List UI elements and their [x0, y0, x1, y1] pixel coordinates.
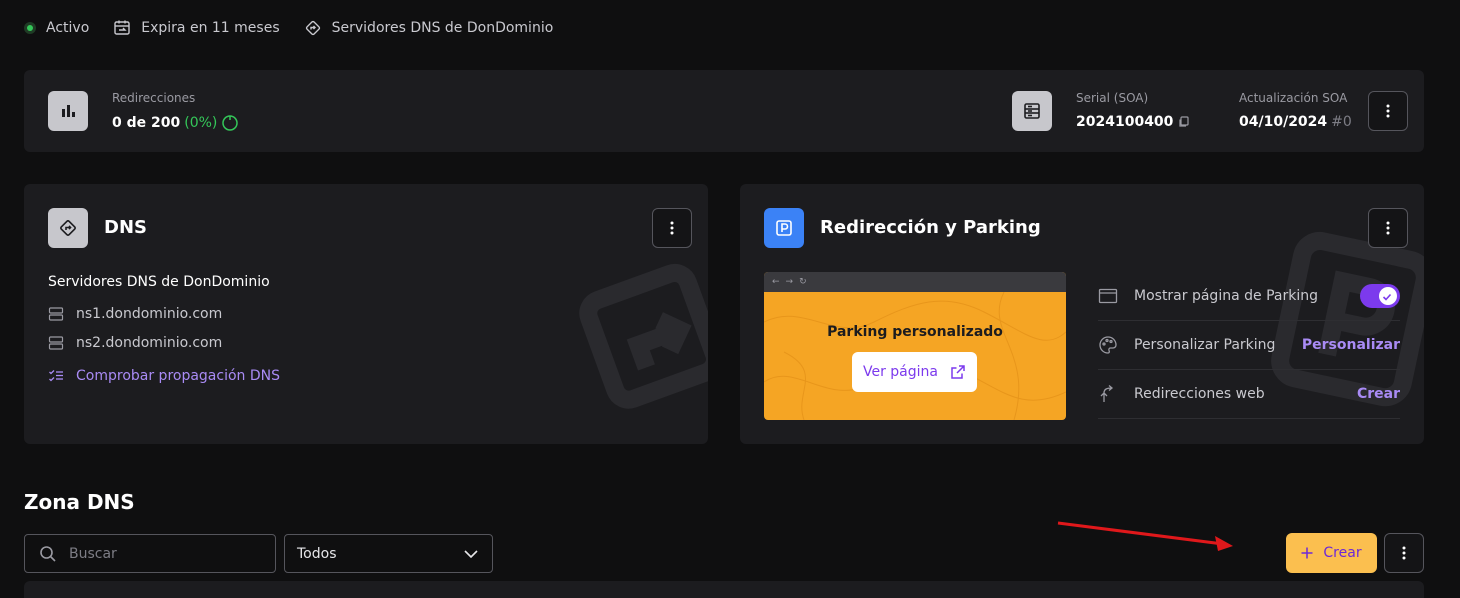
bar-chart-icon — [48, 91, 88, 131]
server-icon — [48, 336, 64, 350]
dns-card: DNS Servidores DNS de DonDominio ns1.don… — [24, 184, 708, 444]
dns-card-title: DNS — [104, 217, 147, 238]
domain-status-row: Activo Expira en 11 meses Servidores DNS… — [24, 16, 553, 40]
kebab-icon — [1402, 546, 1406, 560]
redirections-count: 0 de 200 — [112, 115, 181, 131]
view-page-button[interactable]: Ver página — [852, 352, 977, 392]
chevron-down-icon — [464, 549, 478, 558]
redirections-label: Redirecciones — [112, 91, 196, 105]
soa-update-value: 04/10/2024 #0 — [1239, 114, 1352, 130]
external-link-icon — [951, 365, 965, 379]
server-icon — [48, 307, 64, 321]
customize-parking-row: Personalizar Parking Personalizar — [1098, 321, 1400, 370]
web-redirects-label: Redirecciones web — [1134, 386, 1265, 402]
checklist-icon — [49, 370, 63, 382]
soa-update-date: 04/10/2024 — [1239, 114, 1328, 130]
show-parking-label: Mostrar página de Parking — [1134, 288, 1318, 304]
calendar-renew-icon — [114, 20, 130, 35]
redirections-percent: (0%) — [184, 115, 218, 131]
parking-preview: ← → ↻ Parking personalizado Ver página — [764, 272, 1066, 420]
dns-diamond-icon — [305, 20, 320, 36]
serial-number: 2024100400 — [1076, 114, 1174, 130]
server-icon — [1012, 91, 1052, 131]
reload-icon: ↻ — [799, 277, 807, 287]
parking-more-button[interactable] — [1368, 208, 1408, 248]
show-parking-toggle[interactable] — [1360, 284, 1400, 308]
toggle-check-icon — [1382, 293, 1392, 301]
status-dns: Servidores DNS de DonDominio — [304, 19, 554, 37]
status-expires: Expira en 11 meses — [113, 19, 280, 37]
create-redirect-link[interactable]: Crear — [1357, 386, 1400, 402]
soa-update-label: Actualización SOA — [1239, 91, 1348, 105]
customize-parking-label: Personalizar Parking — [1134, 337, 1276, 353]
search-field[interactable] — [24, 534, 276, 573]
nameserver-row: ns2.dondominio.com — [48, 335, 222, 351]
search-input[interactable] — [69, 545, 259, 562]
parking-card-title: Redirección y Parking — [820, 217, 1041, 238]
palette-icon — [1098, 335, 1134, 355]
web-redirects-row: Redirecciones web Crear — [1098, 370, 1400, 419]
zone-more-button[interactable] — [1384, 533, 1424, 573]
annotation-red-arrow — [1057, 521, 1233, 551]
parking-card: Redirección y Parking ← → ↻ Parking pers… — [740, 184, 1424, 444]
view-page-label: Ver página — [862, 364, 938, 380]
parking-icon — [764, 208, 804, 248]
kebab-icon — [1386, 104, 1390, 118]
serial-value: 2024100400 — [1076, 114, 1191, 130]
record-type-value: Todos — [297, 545, 337, 562]
customize-parking-link[interactable]: Personalizar — [1302, 337, 1400, 353]
status-active-label: Activo — [46, 20, 90, 36]
status-dns-label: Servidores DNS de DonDominio — [331, 20, 554, 36]
stats-card: Redirecciones 0 de 200 (0%) Serial (SOA)… — [24, 70, 1424, 152]
check-propagation-link[interactable]: Comprobar propagación DNS — [48, 368, 280, 384]
dns-icon — [48, 208, 88, 248]
status-dot-icon — [24, 22, 36, 34]
show-parking-row: Mostrar página de Parking — [1098, 272, 1400, 321]
create-record-label: Crear — [1323, 545, 1362, 561]
dns-watermark-icon — [579, 263, 708, 409]
create-record-button[interactable]: Crear — [1286, 533, 1377, 573]
plus-icon — [1301, 547, 1313, 559]
nameserver-1: ns1.dondominio.com — [76, 306, 223, 322]
forward-arrow-icon: → — [785, 277, 794, 287]
check-propagation-label: Comprobar propagación DNS — [76, 368, 280, 384]
redirect-arrow-icon — [1098, 384, 1134, 404]
stats-more-button[interactable] — [1368, 91, 1408, 131]
dns-zone-title: Zona DNS — [24, 490, 135, 514]
back-arrow-icon: ← — [772, 277, 780, 287]
dns-more-button[interactable] — [652, 208, 692, 248]
nameserver-row: ns1.dondominio.com — [48, 306, 222, 322]
record-type-select[interactable]: Todos — [284, 534, 493, 573]
copy-icon[interactable] — [1177, 115, 1191, 129]
dns-servers-heading: Servidores DNS de DonDominio — [48, 274, 270, 290]
serial-label: Serial (SOA) — [1076, 91, 1149, 105]
kebab-icon — [670, 221, 674, 235]
nameserver-2: ns2.dondominio.com — [76, 335, 223, 351]
status-expires-label: Expira en 11 meses — [141, 20, 280, 36]
redirections-value: 0 de 200 (0%) — [112, 114, 239, 132]
preview-browser-bar: ← → ↻ — [764, 272, 1066, 292]
window-icon — [1098, 288, 1134, 304]
preview-title: Parking personalizado — [827, 324, 1003, 340]
search-icon — [40, 545, 56, 562]
soa-update-number: #0 — [1331, 114, 1352, 130]
dns-records-table — [24, 581, 1424, 598]
kebab-icon — [1386, 221, 1390, 235]
progress-ring-icon — [222, 115, 239, 131]
status-active: Activo — [24, 20, 89, 36]
